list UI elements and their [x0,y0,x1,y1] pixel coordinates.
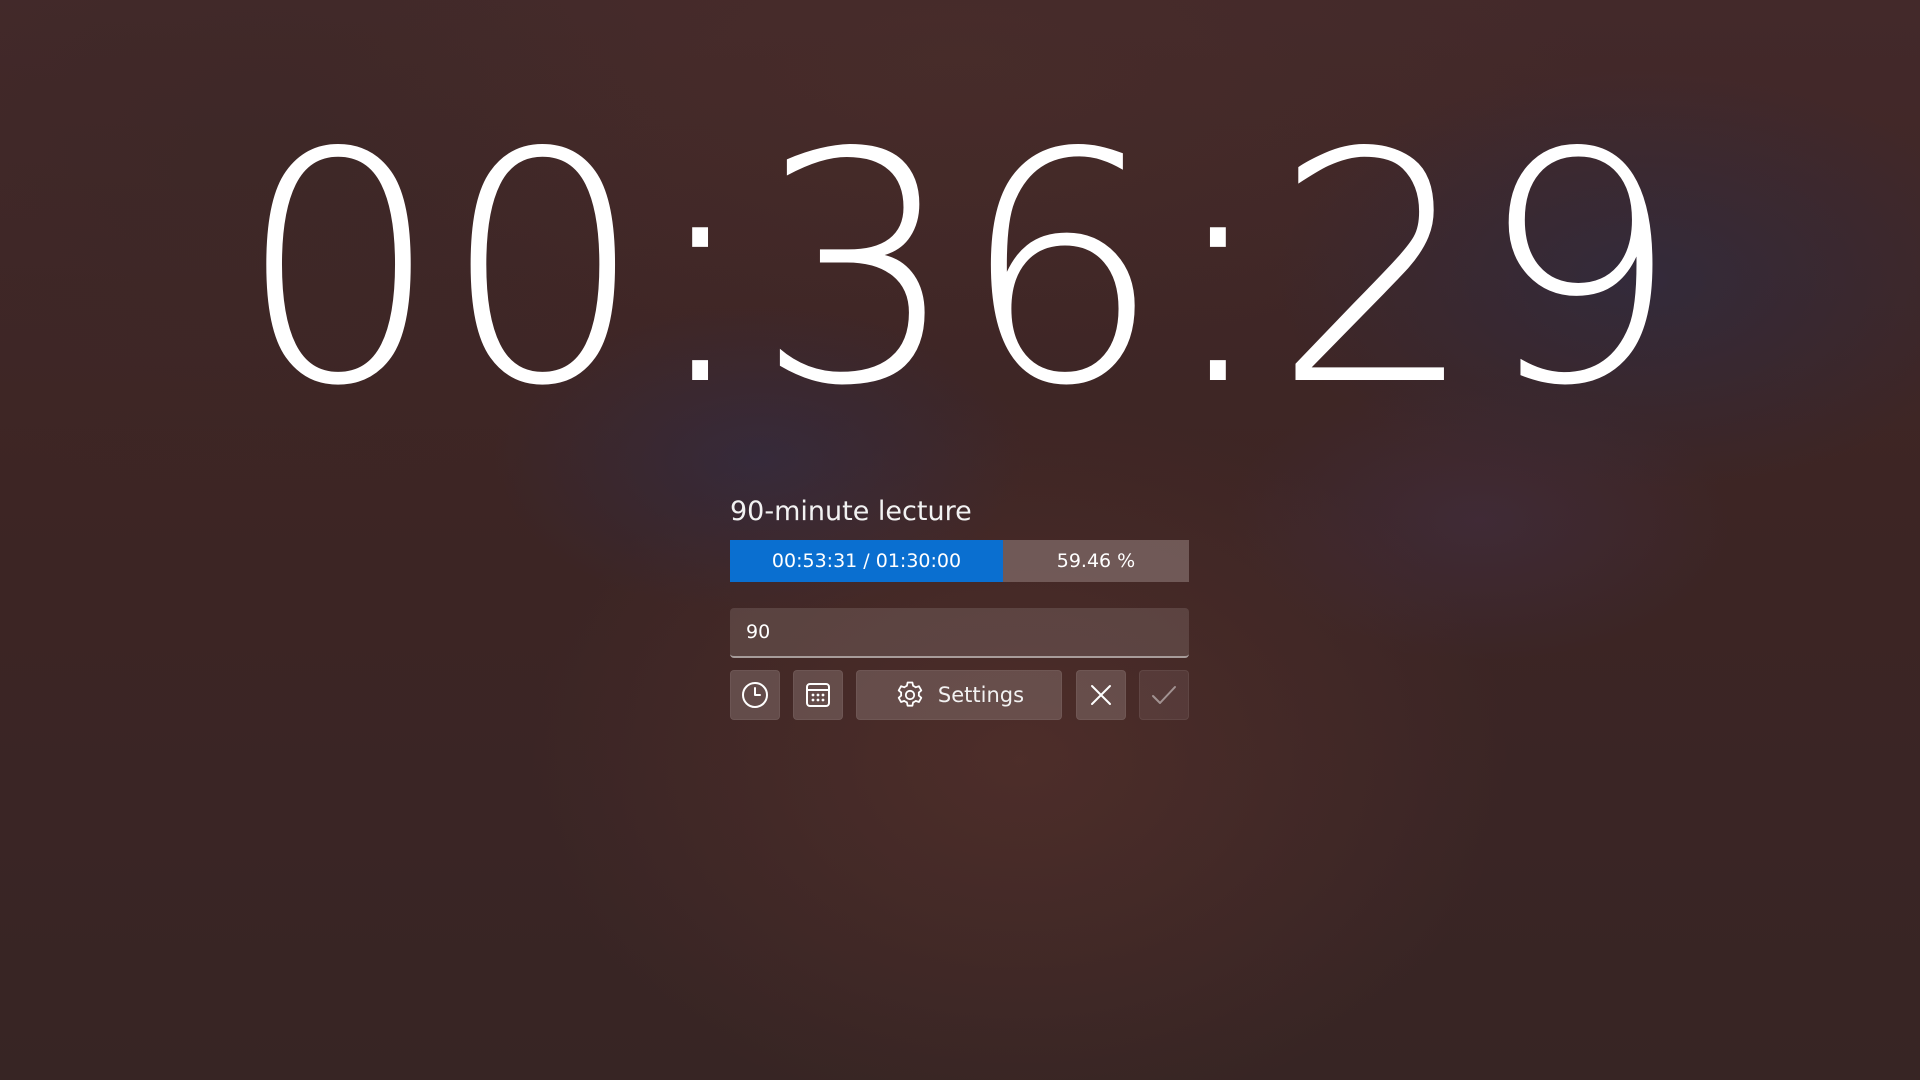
timer-title: 90-minute lecture [730,496,972,527]
duration-input[interactable] [730,608,1189,656]
countdown-display: 00:36:29 [237,85,1683,455]
calendar-icon [803,680,833,710]
cancel-button[interactable] [1076,670,1126,720]
clock-icon [740,680,770,710]
confirm-button[interactable] [1139,670,1189,720]
settings-button-label: Settings [937,683,1025,707]
action-toolbar: Settings [730,670,1189,720]
timer-mode-button[interactable] [730,670,780,720]
close-icon [1088,682,1114,708]
progress-elapsed-text: 00:53:31 / 01:30:00 [771,550,962,572]
progress-percent-text: 59.46 % [1056,550,1136,572]
settings-button[interactable]: Settings [856,670,1062,720]
progress-bar: 00:53:31 / 01:30:00 59.46 % [730,540,1189,582]
checkmark-icon [1149,680,1179,710]
gear-icon [894,679,926,711]
duration-input-container [730,608,1189,658]
timer-panel: 90-minute lecture 00:53:31 / 01:30:00 59… [730,488,1189,720]
date-mode-button[interactable] [793,670,843,720]
